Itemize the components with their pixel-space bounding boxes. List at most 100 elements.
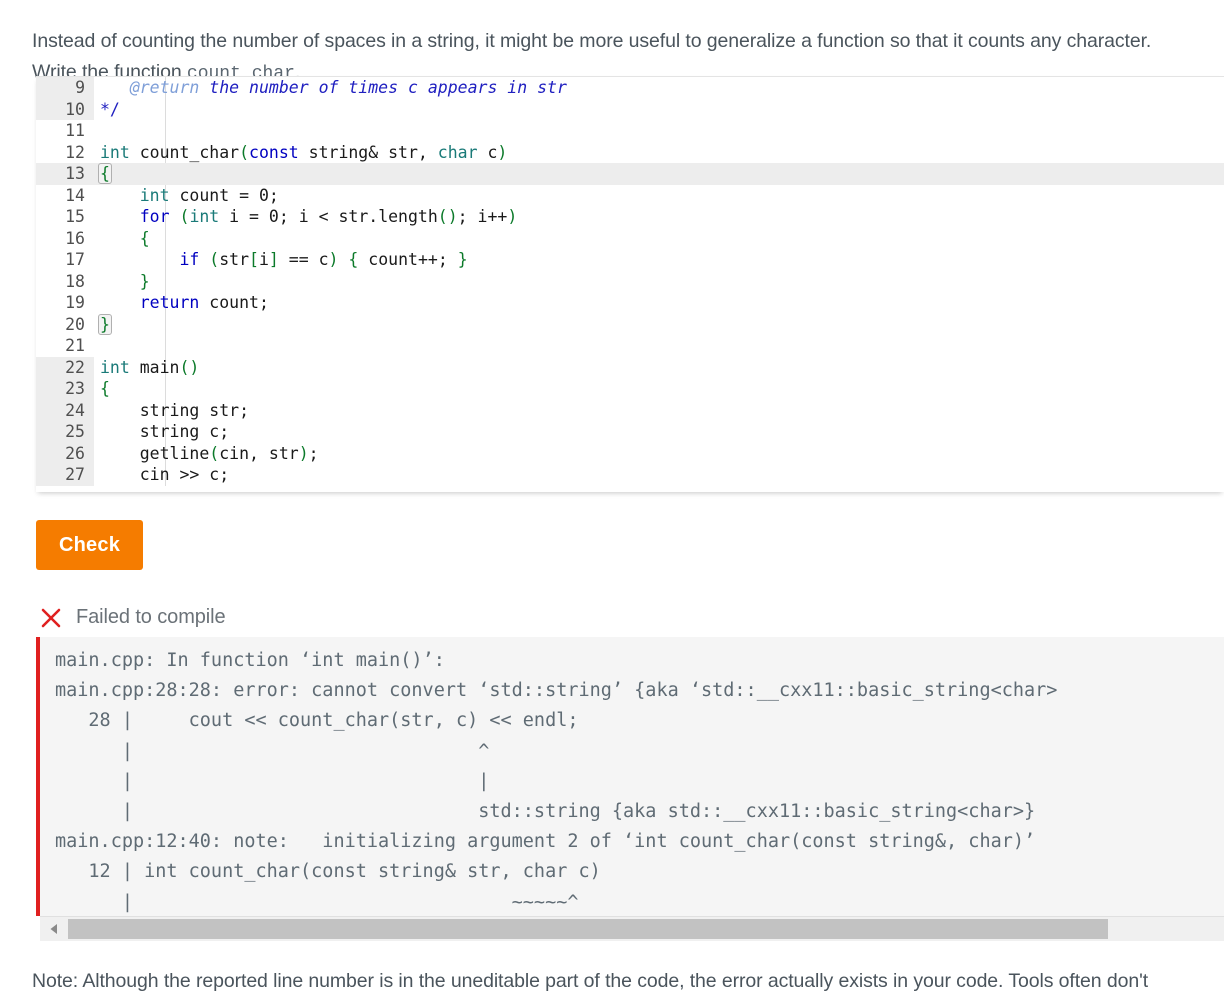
line-number: 25	[36, 421, 94, 443]
code-line-content: string str;	[94, 400, 1224, 422]
code-token: (	[209, 250, 220, 269]
code-token: == c	[278, 250, 329, 269]
code-line: 24 string str;	[36, 399, 1224, 422]
code-token: }	[139, 271, 150, 291]
code-line[interactable]: 15 for (int i = 0; i < str.length(); i++…	[36, 206, 1224, 228]
line-number: 22	[36, 356, 94, 378]
code-token: )	[298, 443, 309, 463]
console-horizontal-scrollbar[interactable]	[40, 916, 1224, 941]
line-number: 27	[36, 464, 94, 486]
code-line-content[interactable]: {	[94, 163, 1224, 185]
code-token: )	[507, 207, 518, 226]
code-token: int	[100, 357, 130, 377]
code-token: cin >> c;	[100, 465, 230, 484]
code-token: count = 0;	[169, 185, 279, 205]
line-number: 24	[36, 399, 94, 421]
check-button[interactable]: Check	[36, 520, 143, 570]
scrollbar-thumb[interactable]	[68, 918, 1108, 939]
code-line-content[interactable]: if (str[i] == c) { count++; }	[94, 249, 1224, 271]
code-line-content: cin >> c;	[94, 464, 1224, 486]
status-banner: Failed to compile	[40, 606, 226, 629]
code-token: ]	[268, 250, 279, 269]
code-line: 27 cin >> c;	[36, 464, 1224, 486]
code-token: getline	[100, 443, 210, 463]
code-line-content[interactable]: for (int i = 0; i < str.length(); i++)	[94, 206, 1224, 228]
status-label: Failed to compile	[76, 606, 226, 628]
line-number: 16	[36, 227, 94, 249]
code-token: ;	[308, 443, 319, 463]
line-number: 15	[36, 206, 94, 228]
code-line[interactable]: 11	[36, 120, 1224, 142]
code-line: 10 */	[36, 98, 1224, 120]
code-token: const	[249, 142, 299, 162]
code-token: )	[497, 142, 508, 162]
code-lines-container[interactable]: 9 @return the number of times c appears …	[36, 77, 1224, 486]
line-number: 13	[36, 163, 94, 185]
code-line[interactable]: 14 int count = 0;	[36, 184, 1224, 207]
code-token: for	[139, 207, 170, 226]
code-line-content[interactable]	[94, 335, 1224, 357]
code-line-content[interactable]: }	[94, 271, 1224, 293]
code-token: main	[129, 357, 180, 377]
code-token: return	[139, 293, 200, 312]
code-line: 22 int main()	[36, 356, 1224, 378]
code-token: int	[189, 207, 220, 226]
scroll-left-arrow-icon[interactable]	[40, 916, 68, 941]
code-line[interactable]: 21	[36, 335, 1224, 357]
code-token: (	[239, 142, 250, 162]
code-line-content[interactable]	[94, 120, 1224, 142]
code-editor[interactable]: 9 @return the number of times c appears …	[36, 76, 1224, 492]
compiler-error-console[interactable]: main.cpp: In function ‘int main()’: main…	[36, 637, 1224, 916]
code-token: str	[219, 250, 250, 269]
code-line-content[interactable]: }	[94, 313, 1224, 336]
line-number: 20	[36, 313, 94, 335]
code-token: {	[348, 250, 359, 269]
code-line[interactable]: 17 if (str[i] == c) { count++; }	[36, 249, 1224, 271]
code-token: }	[457, 250, 468, 269]
code-line-content[interactable]: int count_char(const string& str, char c…	[94, 142, 1224, 164]
line-number: 14	[36, 184, 94, 206]
line-number: 17	[36, 249, 94, 271]
code-line[interactable]: 13{	[36, 163, 1224, 185]
code-token: @return	[129, 78, 200, 97]
line-number: 10	[36, 98, 94, 120]
code-line[interactable]: 20}	[36, 313, 1224, 336]
code-token: the number of times c appears in str	[199, 78, 567, 97]
code-line[interactable]: 16 {	[36, 227, 1224, 250]
code-token: i	[258, 250, 269, 269]
line-number: 23	[36, 378, 94, 400]
code-token: string c;	[100, 422, 230, 441]
code-line[interactable]: 18 }	[36, 270, 1224, 293]
code-token: (	[209, 443, 220, 463]
code-line: 23 {	[36, 378, 1224, 400]
code-line-content: getline(cin, str);	[94, 443, 1224, 465]
code-token: if	[179, 250, 200, 269]
scrollbar-track[interactable]	[68, 916, 1224, 941]
code-line-content[interactable]: {	[94, 228, 1224, 250]
line-number: 11	[36, 120, 94, 142]
code-line-content[interactable]: int count = 0;	[94, 185, 1224, 207]
code-line-content: string c;	[94, 421, 1224, 443]
code-line-content[interactable]: return count;	[94, 292, 1224, 314]
code-token: (	[179, 207, 190, 226]
code-line-content: @return the number of times c appears in…	[94, 77, 1224, 99]
compiler-error-text: main.cpp: In function ‘int main()’: main…	[55, 650, 1058, 913]
code-token: ()	[437, 207, 458, 226]
code-line[interactable]: 12 int count_char(const string& str, char…	[36, 141, 1224, 164]
code-line: 25 string c;	[36, 421, 1224, 443]
code-token: string str;	[100, 400, 250, 420]
code-line[interactable]: 19 return count;	[36, 292, 1224, 314]
line-number: 12	[36, 141, 94, 163]
code-line: 9 @return the number of times c appears …	[36, 77, 1224, 99]
code-token: {	[100, 379, 110, 398]
code-token: count_char	[129, 142, 240, 162]
line-number: 9	[36, 77, 94, 99]
footer-note: Note: Although the reported line number …	[32, 969, 1149, 1003]
